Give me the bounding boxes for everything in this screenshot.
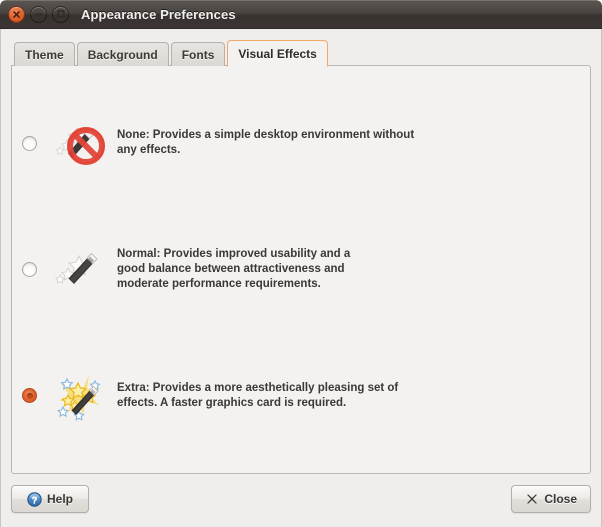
maximize-icon xyxy=(56,10,65,18)
window-title: Appearance Preferences xyxy=(81,6,236,22)
visual-effects-panel: None: Provides a simple desktop environm… xyxy=(11,65,591,474)
radio-none[interactable] xyxy=(22,135,37,151)
radio-extra[interactable] xyxy=(22,388,37,404)
tab-theme-label: Theme xyxy=(25,47,64,62)
option-normal-text: Normal: Provides improved usability and … xyxy=(117,247,351,290)
tab-background-label: Background xyxy=(87,47,158,62)
tab-visual-effects-label: Visual Effects xyxy=(238,46,317,61)
option-row-normal[interactable]: Normal: Provides improved usability and … xyxy=(18,240,576,298)
window-controls xyxy=(8,5,69,23)
magic-wand-grayscale-icon xyxy=(53,240,111,298)
tab-strip: Theme Background Fonts Visual Effects xyxy=(11,40,591,67)
option-row-extra[interactable]: Extra: Provides a more aesthetically ple… xyxy=(18,367,576,425)
dialog-body: Theme Background Fonts Visual Effects No… xyxy=(0,29,602,527)
title-bar: Appearance Preferences xyxy=(0,0,602,29)
close-button[interactable]: Close xyxy=(511,485,591,513)
option-extra-text: Extra: Provides a more aesthetically ple… xyxy=(117,381,399,409)
tab-fonts-label: Fonts xyxy=(181,47,215,62)
help-button-label: Help xyxy=(46,492,73,506)
help-circle-icon: ? xyxy=(27,491,42,507)
close-icon xyxy=(13,10,20,18)
appearance-preferences-window: Appearance Preferences Theme Background … xyxy=(0,0,602,527)
tab-theme[interactable]: Theme xyxy=(14,42,75,66)
visual-effects-options: None: Provides a simple desktop environm… xyxy=(12,66,590,473)
minimize-window-button[interactable] xyxy=(30,5,47,23)
tab-fonts[interactable]: Fonts xyxy=(170,42,226,66)
preferences-notebook: Theme Background Fonts Visual Effects No… xyxy=(11,40,591,474)
action-bar: ? Help Close xyxy=(11,482,591,516)
help-button[interactable]: ? Help xyxy=(11,485,89,513)
minimize-icon xyxy=(34,13,43,15)
close-x-icon xyxy=(525,492,539,506)
magic-wand-disabled-icon xyxy=(53,114,111,172)
svg-text:?: ? xyxy=(32,495,38,506)
magic-wand-color-icon xyxy=(53,367,111,425)
option-none-text: None: Provides a simple desktop environm… xyxy=(117,129,415,157)
option-row-none[interactable]: None: Provides a simple desktop environm… xyxy=(18,114,576,172)
tab-visual-effects[interactable]: Visual Effects xyxy=(227,40,328,67)
tab-background[interactable]: Background xyxy=(76,42,169,66)
maximize-window-button[interactable] xyxy=(52,5,69,23)
close-button-label: Close xyxy=(544,492,577,506)
radio-normal[interactable] xyxy=(22,261,37,277)
close-window-button[interactable] xyxy=(8,5,25,23)
